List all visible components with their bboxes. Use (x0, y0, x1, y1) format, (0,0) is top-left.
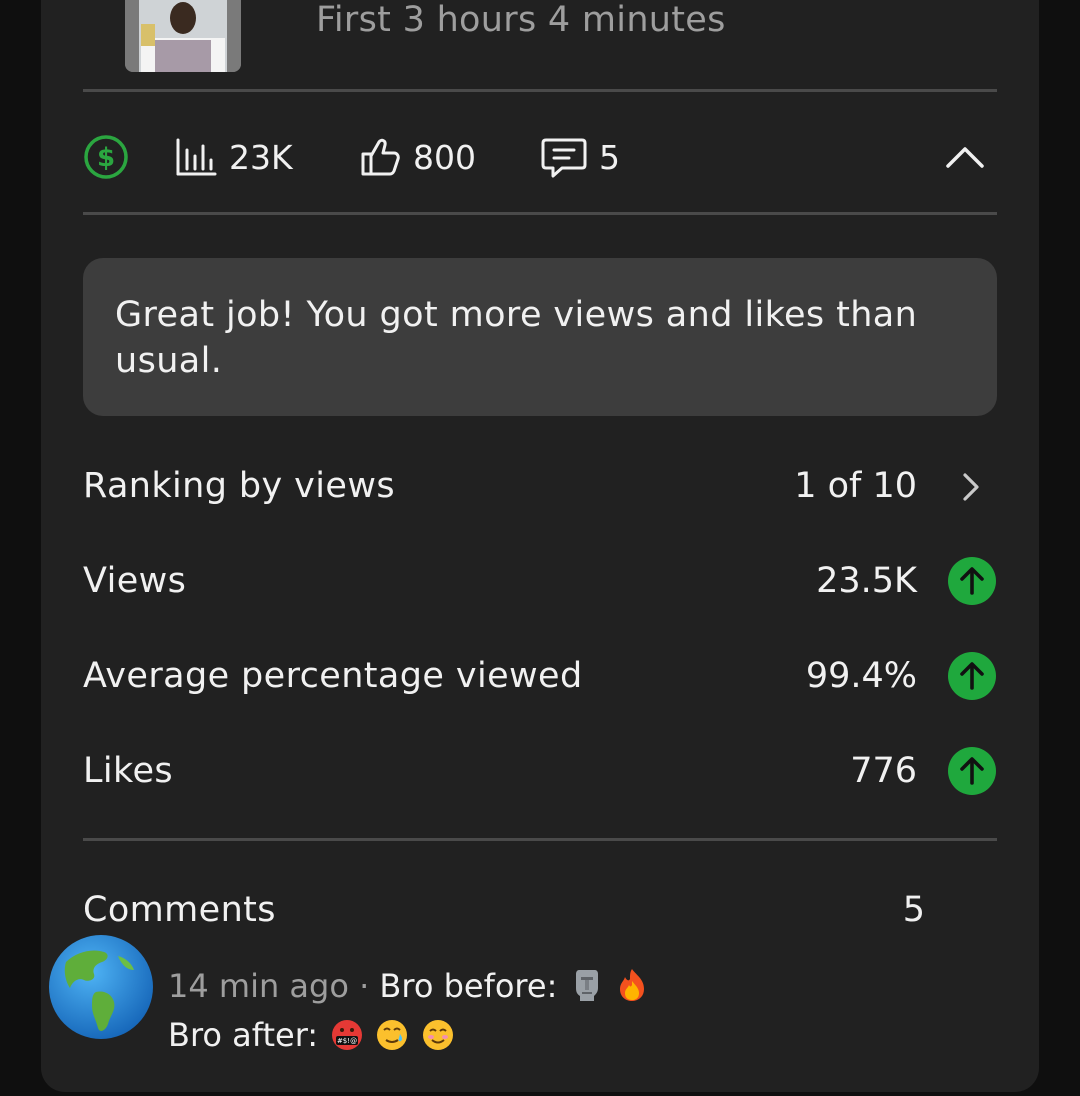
chevron-right-icon (963, 473, 979, 501)
collapse-button[interactable] (945, 126, 985, 188)
metric-likes: Likes 776 (83, 741, 997, 801)
likes-count: 800 (413, 137, 476, 177)
arrow-up-circle-icon (948, 557, 996, 605)
comment-line-2: Bro after: (168, 1016, 319, 1054)
smiling-face-icon (422, 1020, 453, 1050)
metric-label: Ranking by views (83, 466, 395, 506)
monetization-status[interactable]: $ (83, 126, 129, 188)
globe-americas-icon (49, 935, 153, 1039)
comment-line-1: Bro before: (379, 967, 558, 1005)
comments-label: Comments (83, 890, 276, 930)
thumbnail-image (125, 0, 241, 72)
divider-top (83, 89, 997, 92)
bar-chart-icon (176, 138, 217, 176)
metric-label: Likes (83, 751, 174, 791)
comment-time: 14 min ago (168, 967, 349, 1005)
metric-value: 776 (850, 751, 917, 791)
smiling-tear-face-icon (377, 1020, 408, 1050)
metric-label: Views (83, 561, 187, 601)
metric-avg-percentage: Average percentage viewed 99.4% (83, 646, 997, 706)
top-comment[interactable]: 14 min ago · Bro before: Bro after: #$!@ (168, 962, 968, 1060)
likes-stat[interactable]: 800 (359, 126, 476, 188)
divider-stats (83, 212, 997, 215)
dollar-circle-icon: $ (84, 135, 128, 179)
arrow-up-circle-icon (948, 652, 996, 700)
stats-bar: $ 23K 800 5 (83, 126, 997, 188)
comments-header[interactable]: Comments 5 (83, 880, 997, 940)
commenter-avatar[interactable] (48, 934, 154, 1040)
metric-value: 23.5K (816, 561, 917, 601)
divider-comments (83, 838, 997, 841)
cursing-face-icon: #$!@ (332, 1020, 363, 1050)
thumbs-up-icon (361, 138, 400, 176)
moai-icon (575, 970, 598, 1001)
fire-icon (619, 969, 644, 1001)
comment-icon (541, 138, 587, 178)
metric-value: 99.4% (805, 656, 917, 696)
arrow-up-circle-icon (948, 747, 996, 795)
svg-text:#$!@: #$!@ (337, 1037, 357, 1045)
video-thumbnail[interactable] (125, 0, 241, 72)
chevron-up-icon (946, 147, 984, 168)
metric-value: 1 of 10 (794, 466, 917, 506)
metric-label: Average percentage viewed (83, 656, 583, 696)
svg-text:$: $ (97, 143, 115, 173)
performance-callout: Great job! You got more views and likes … (83, 258, 997, 416)
comments-stat[interactable]: 5 (541, 126, 620, 188)
callout-text: Great job! You got more views and likes … (115, 295, 918, 381)
views-stat[interactable]: 23K (175, 126, 293, 188)
video-subtitle: First 3 hours 4 minutes (316, 0, 726, 40)
metric-ranking[interactable]: Ranking by views 1 of 10 (83, 456, 997, 516)
metric-views: Views 23.5K (83, 551, 997, 611)
comment-separator: · (359, 967, 370, 1005)
views-count: 23K (229, 137, 293, 177)
comments-count: 5 (599, 137, 620, 177)
comments-total: 5 (902, 890, 925, 930)
